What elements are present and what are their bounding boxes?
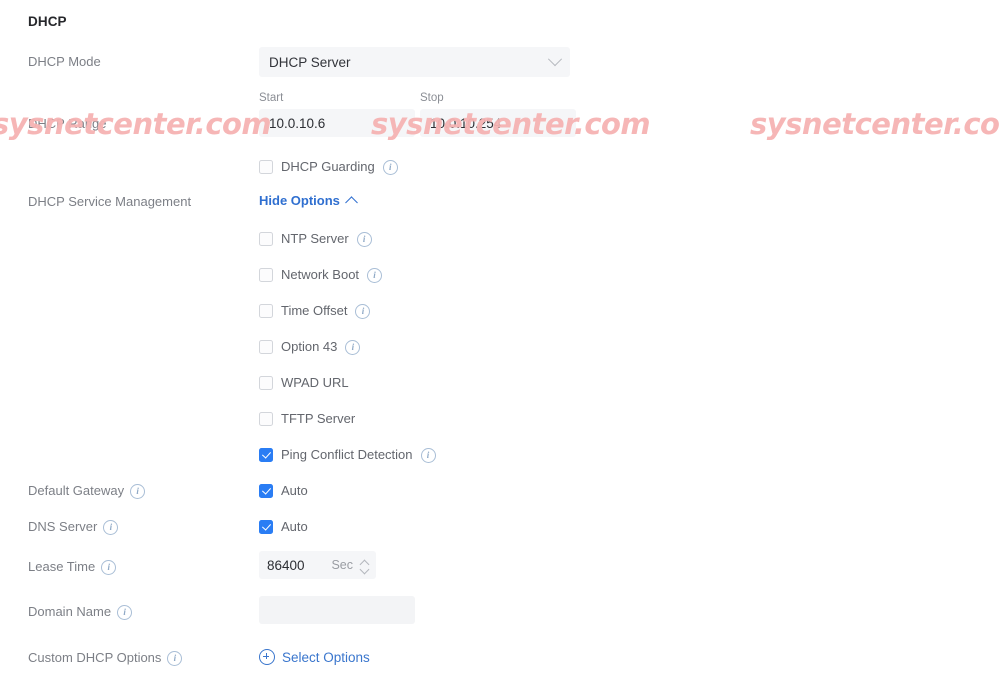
info-icon[interactable]: i xyxy=(101,560,117,575)
dhcp-range-start-input[interactable]: 10.0.10.6 xyxy=(259,109,415,137)
dhcp-mode-value: DHCP Server xyxy=(269,54,351,70)
default-gateway-auto-checkbox[interactable] xyxy=(259,483,273,498)
info-icon[interactable]: i xyxy=(345,340,361,355)
info-icon[interactable]: i xyxy=(367,268,383,283)
label-domain-name: Domain Name i xyxy=(28,604,133,620)
label-custom-dhcp-options: Custom DHCP Options i xyxy=(28,650,183,666)
label-dns-server: DNS Server i xyxy=(28,519,119,535)
option-label: NTP Server xyxy=(281,231,349,246)
stepper-arrows[interactable] xyxy=(360,560,368,571)
dhcp-guarding-label: DHCP Guarding xyxy=(281,159,375,174)
dns-server-auto-checkbox[interactable] xyxy=(259,519,273,534)
lease-time-stepper[interactable]: 86400 Sec xyxy=(259,551,376,579)
label-text: Domain Name xyxy=(28,604,112,619)
hide-options-toggle[interactable]: Hide Options xyxy=(259,193,358,209)
option-label: Option 43 xyxy=(281,339,338,354)
label-default-gateway: Default Gateway i xyxy=(28,483,146,499)
label-text: DHCP Range xyxy=(28,116,107,131)
checkbox-row-ping-conflict-detection[interactable]: Ping Conflict Detection i xyxy=(259,447,436,463)
checkbox-row-dhcp-guarding[interactable]: DHCP Guarding i xyxy=(259,159,398,175)
chevron-up-icon xyxy=(345,196,358,209)
tftp-server-checkbox[interactable] xyxy=(259,411,273,426)
checkbox-row-ntp-server[interactable]: NTP Server i xyxy=(259,231,372,247)
checkbox-row-option-43[interactable]: Option 43 i xyxy=(259,339,361,355)
label-dhcp-range: DHCP Range xyxy=(28,116,107,131)
select-options-button[interactable]: Select Options xyxy=(259,649,370,665)
caption-start: Start xyxy=(259,92,284,104)
dhcp-guarding-checkbox[interactable] xyxy=(259,159,273,174)
option-label: Network Boot xyxy=(281,267,360,282)
checkbox-row-time-offset[interactable]: Time Offset i xyxy=(259,303,371,319)
watermark-layer: sysnetcenter.com sysnetcenter.com sysnet… xyxy=(0,0,1003,677)
dns-server-auto-label: Auto xyxy=(281,519,308,534)
option-43-checkbox[interactable] xyxy=(259,339,273,354)
plus-circle-icon xyxy=(259,649,275,665)
domain-name-input[interactable] xyxy=(259,596,415,624)
option-label: Ping Conflict Detection xyxy=(281,447,413,462)
checkbox-row-tftp-server[interactable]: TFTP Server xyxy=(259,411,355,426)
page-title: DHCP xyxy=(28,14,67,29)
ping-conflict-detection-checkbox[interactable] xyxy=(259,447,273,462)
info-icon[interactable]: i xyxy=(355,304,371,319)
label-text: DNS Server xyxy=(28,519,98,534)
label-text: Default Gateway xyxy=(28,483,125,498)
wpad-url-checkbox[interactable] xyxy=(259,375,273,390)
label-lease-time: Lease Time i xyxy=(28,559,117,575)
info-icon[interactable]: i xyxy=(167,651,183,666)
time-offset-checkbox[interactable] xyxy=(259,303,273,318)
default-gateway-auto-label: Auto xyxy=(281,483,308,498)
network-boot-checkbox[interactable] xyxy=(259,267,273,282)
hide-options-label: Hide Options xyxy=(259,193,340,208)
lease-time-unit: Sec xyxy=(331,558,353,572)
info-icon[interactable]: i xyxy=(117,605,133,620)
ntp-server-checkbox[interactable] xyxy=(259,231,273,246)
option-label: TFTP Server xyxy=(281,411,356,426)
stepper-down-icon[interactable] xyxy=(360,567,368,571)
watermark-text: sysnetcenter.co xyxy=(750,107,1000,141)
label-dhcp-service-management: DHCP Service Management xyxy=(28,194,191,209)
info-icon[interactable]: i xyxy=(420,448,436,463)
dhcp-mode-select[interactable]: DHCP Server xyxy=(259,47,570,77)
info-icon[interactable]: i xyxy=(382,160,398,175)
option-label: Time Offset xyxy=(281,303,348,318)
checkbox-row-dns-server-auto[interactable]: Auto xyxy=(259,519,308,534)
label-text: DHCP Service Management xyxy=(28,194,192,209)
info-icon[interactable]: i xyxy=(356,232,372,247)
info-icon[interactable]: i xyxy=(130,484,146,499)
label-text: DHCP Mode xyxy=(28,54,101,69)
checkbox-row-default-gateway-auto[interactable]: Auto xyxy=(259,483,308,498)
info-icon[interactable]: i xyxy=(103,520,119,535)
caption-stop: Stop xyxy=(420,92,444,104)
label-dhcp-mode: DHCP Mode xyxy=(28,54,101,69)
dhcp-range-stop-input[interactable]: 10.0.10.254 xyxy=(420,109,576,137)
lease-time-input[interactable]: 86400 xyxy=(267,558,331,573)
chevron-down-icon xyxy=(547,52,563,67)
stepper-up-icon[interactable] xyxy=(360,560,368,564)
checkbox-row-network-boot[interactable]: Network Boot i xyxy=(259,267,383,283)
checkbox-row-wpad-url[interactable]: WPAD URL xyxy=(259,375,349,390)
label-text: Lease Time xyxy=(28,559,96,574)
dhcp-mode-select-box[interactable]: DHCP Server xyxy=(259,47,570,77)
label-text: Custom DHCP Options xyxy=(28,650,162,665)
option-label: WPAD URL xyxy=(281,375,349,390)
select-options-label: Select Options xyxy=(282,649,370,665)
